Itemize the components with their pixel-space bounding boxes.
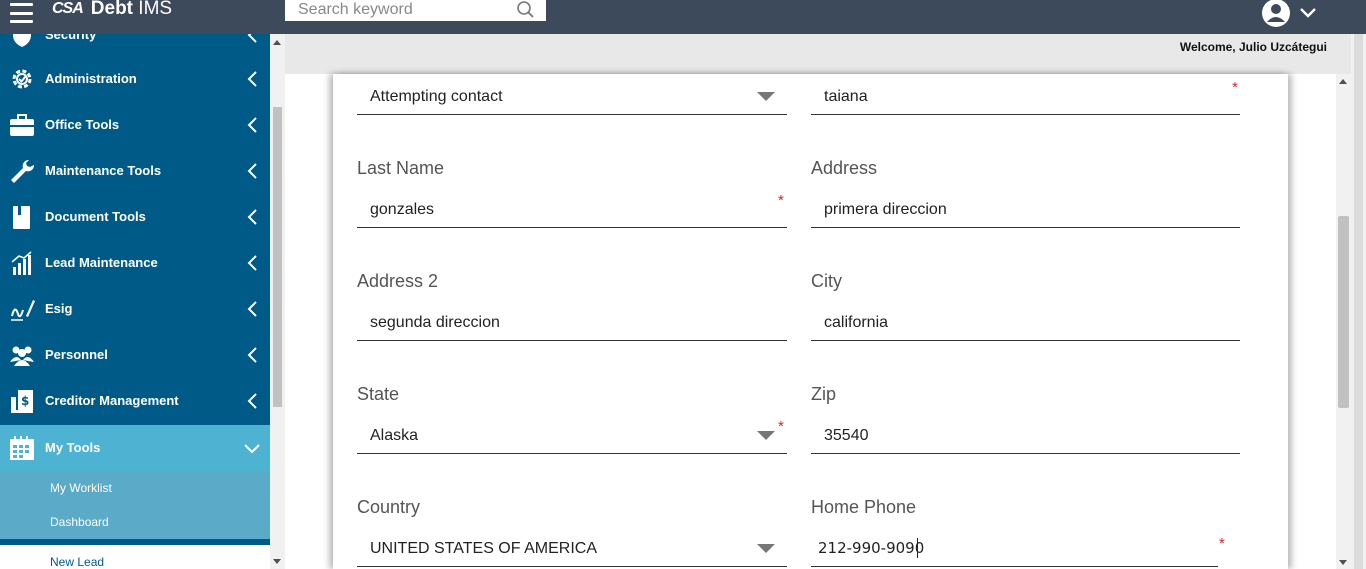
field-underline [811, 340, 1240, 341]
field-underline [357, 340, 787, 341]
field-underline [357, 114, 787, 115]
zip-field[interactable]: Zip 35540 [811, 384, 1241, 454]
sidebar-item-document-tools[interactable]: Document Tools [0, 194, 270, 240]
scroll-down-arrow-icon[interactable] [1339, 560, 1347, 565]
search-box [285, 0, 546, 23]
required-marker: * [1219, 535, 1225, 552]
chevron-left-icon [247, 117, 257, 133]
search-icon[interactable] [516, 0, 536, 20]
book-icon [13, 206, 30, 229]
sidebar-item-my-tools[interactable]: My Tools [0, 425, 270, 471]
chevron-left-icon [247, 34, 257, 43]
status-select[interactable]: Attempting contact [357, 74, 787, 116]
field-underline [811, 227, 1240, 228]
calendar-icon [10, 436, 34, 460]
chevron-left-icon [247, 347, 257, 363]
first-name-field[interactable]: taiana * [811, 74, 1241, 116]
field-underline [811, 566, 1218, 567]
chevron-down-icon [244, 444, 260, 454]
chevron-left-icon [247, 209, 257, 225]
scroll-down-arrow-icon[interactable] [273, 559, 281, 564]
field-underline [357, 227, 787, 228]
logo-mark: CSA [52, 0, 84, 17]
sidebar-item-office-tools[interactable]: Office Tools [0, 102, 270, 148]
window-scrollbar[interactable] [1351, 34, 1366, 569]
search-input[interactable] [298, 0, 518, 20]
required-marker: * [778, 418, 784, 435]
required-marker: * [778, 192, 784, 209]
text-cursor [917, 538, 918, 558]
gear-shield-icon [12, 69, 32, 89]
welcome-text: Welcome, Julio Uzcátegui [1179, 40, 1327, 54]
dropdown-caret-icon [757, 431, 775, 440]
sidebar-subitem-dashboard[interactable]: Dashboard [0, 505, 270, 539]
chevron-left-icon [247, 301, 257, 317]
required-marker: * [1232, 79, 1238, 96]
sidebar-item-creditor-management[interactable]: $ Creditor Management [0, 378, 270, 424]
shield-icon [13, 34, 31, 47]
content-scrollbar[interactable] [1336, 74, 1351, 569]
app-logo[interactable]: CSA Debt IMS [52, 0, 172, 20]
address-field[interactable]: Address primera direccion [811, 158, 1241, 228]
wrench-icon [11, 159, 35, 183]
field-underline [357, 566, 787, 567]
address2-field[interactable]: Address 2 segunda direccion [357, 271, 787, 341]
sidebar-item-maintenance-tools[interactable]: Maintenance Tools [0, 148, 270, 194]
user-avatar-icon [1262, 0, 1290, 27]
ledger-icon: $ [11, 390, 33, 413]
field-underline [357, 453, 787, 454]
menu-icon[interactable] [10, 3, 33, 23]
home-phone-field[interactable]: Home Phone 212-990-9090 * [811, 497, 1241, 567]
country-select[interactable]: Country UNITED STATES OF AMERICA [357, 497, 787, 567]
field-underline [811, 453, 1240, 454]
sidebar-scrollbar[interactable] [270, 34, 285, 569]
dropdown-caret-icon [757, 544, 775, 553]
last-name-field[interactable]: Last Name gonzales * [357, 158, 787, 228]
sidebar-subitem-new-lead[interactable]: New Lead [0, 545, 270, 569]
scrollbar-thumb[interactable] [1338, 216, 1349, 408]
scrollbar-thumb[interactable] [1354, 34, 1363, 569]
signature-icon [11, 300, 35, 321]
chevron-left-icon [247, 71, 257, 87]
bar-chart-icon [11, 251, 32, 275]
sidebar-item-administration[interactable]: Administration [0, 56, 270, 102]
svg-text:$: $ [21, 394, 29, 408]
sidebar-item-security[interactable]: Security [0, 34, 270, 58]
state-select[interactable]: State Alaska * [357, 384, 787, 454]
sidebar: Security Administration Office Tools Mai… [0, 34, 270, 569]
sidebar-subitem-my-worklist[interactable]: My Worklist [0, 471, 270, 505]
scroll-up-arrow-icon[interactable] [1339, 79, 1347, 84]
chevron-left-icon [247, 163, 257, 179]
chevron-down-icon [1300, 8, 1316, 18]
user-menu[interactable] [1261, 0, 1317, 28]
sidebar-item-esig[interactable]: Esig [0, 286, 270, 332]
sidebar-item-personnel[interactable]: Personnel [0, 332, 270, 378]
scrollbar-thumb[interactable] [273, 107, 282, 407]
chevron-left-icon [247, 393, 257, 409]
field-underline [811, 114, 1240, 115]
chevron-left-icon [247, 255, 257, 271]
app-name: Debt IMS [90, 0, 173, 19]
lead-form-card: Attempting contact taiana * Last Name go… [333, 74, 1288, 569]
city-field[interactable]: City california [811, 271, 1241, 341]
top-bar: CSA Debt IMS [0, 0, 1366, 34]
scroll-up-arrow-icon[interactable] [273, 40, 281, 45]
sidebar-item-lead-maintenance[interactable]: Lead Maintenance [0, 240, 270, 286]
briefcase-icon [10, 114, 34, 136]
people-icon [10, 346, 34, 366]
dropdown-caret-icon [757, 92, 775, 101]
